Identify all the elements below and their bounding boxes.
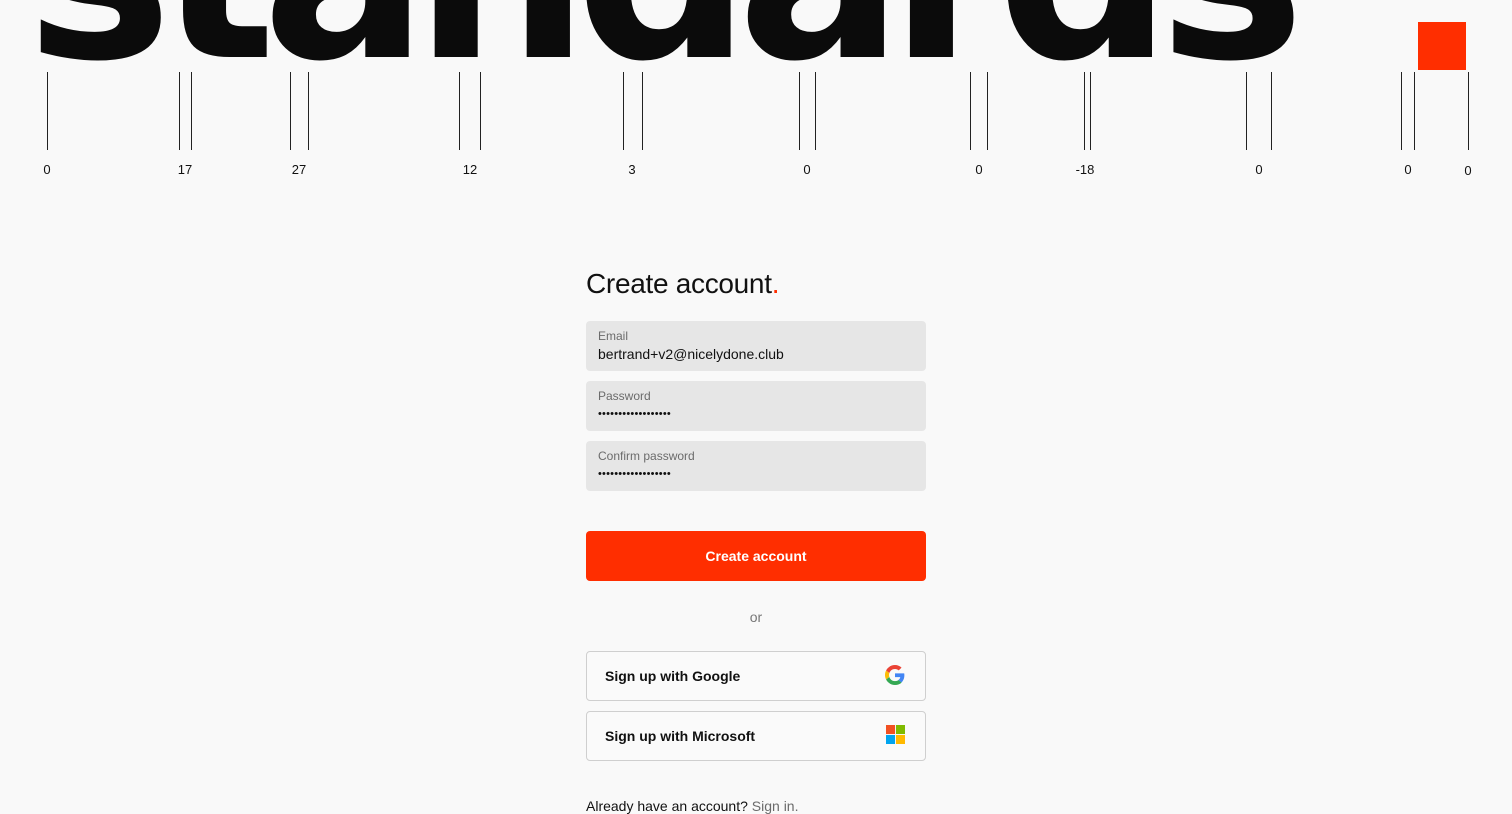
kerning-guide-line [1246,72,1247,150]
kerning-value: 27 [291,162,307,177]
kerning-value: 0 [803,162,811,177]
kerning-guide-line [623,72,624,150]
kerning-guide-line [179,72,180,150]
hero-accent-square [1418,22,1466,70]
kerning-guide-line [1090,72,1091,150]
email-input[interactable]: bertrand+v2@nicelydone.club [598,344,914,364]
kerning-value: 3 [628,162,636,177]
email-field[interactable]: Email bertrand+v2@nicelydone.club [586,321,926,371]
password-label: Password [598,389,651,403]
kerning-value: 0 [1464,163,1472,178]
kerning-guide-line [1271,72,1272,150]
kerning-guide-line [1414,72,1415,150]
confirm-password-field[interactable]: Confirm password •••••••••••••••••• [586,441,926,491]
kerning-guide-line [1468,72,1469,150]
kerning-guide-line [191,72,192,150]
kerning-value: 0 [1404,162,1412,177]
confirm-password-input[interactable]: •••••••••••••••••• [598,465,914,483]
password-field[interactable]: Password •••••••••••••••••• [586,381,926,431]
kerning-guide-line [47,72,48,150]
microsoft-logo-icon [886,725,905,747]
hero-word: standards [26,0,1305,96]
create-account-form: Create account. Email bertrand+v2@nicely… [586,266,926,814]
kerning-guide-line [459,72,460,150]
kerning-guide-line [799,72,800,150]
kerning-guide-line [1401,72,1402,150]
signin-prompt-text: Already have an account? [586,798,748,814]
kerning-guide-line [480,72,481,150]
kerning-guide-line [970,72,971,150]
confirm-password-label: Confirm password [598,449,695,463]
google-signup-label: Sign up with Google [605,668,741,684]
kerning-value: -18 [1075,162,1095,177]
or-divider: or [749,609,763,625]
signin-link[interactable]: Sign in. [752,798,799,814]
microsoft-signup-label: Sign up with Microsoft [605,728,756,744]
page-title: Create account. [586,266,926,302]
kerning-value: 17 [177,162,193,177]
kerning-guide-line [1084,72,1085,150]
google-signup-button[interactable]: Sign up with Google [586,651,926,701]
kerning-guide-line [987,72,988,150]
kerning-guide-line [290,72,291,150]
hero-typography: standards 0 17 27 12 3 0 0 -18 0 0 0 [0,0,1512,195]
page-title-text: Create account [586,268,772,299]
kerning-value: 0 [975,162,983,177]
kerning-guide-line [308,72,309,150]
password-input[interactable]: •••••••••••••••••• [598,405,914,423]
email-label: Email [598,329,629,343]
create-account-button[interactable]: Create account [586,531,926,581]
microsoft-signup-button[interactable]: Sign up with Microsoft [586,711,926,761]
kerning-guide-line [642,72,643,150]
title-accent-dot: . [771,268,780,299]
kerning-value: 0 [43,162,51,177]
signin-prompt: Already have an account? Sign in. [586,798,926,814]
kerning-guide-line [815,72,816,150]
kerning-value: 12 [462,162,478,177]
kerning-value: 0 [1255,162,1263,177]
google-logo-icon [885,664,905,688]
